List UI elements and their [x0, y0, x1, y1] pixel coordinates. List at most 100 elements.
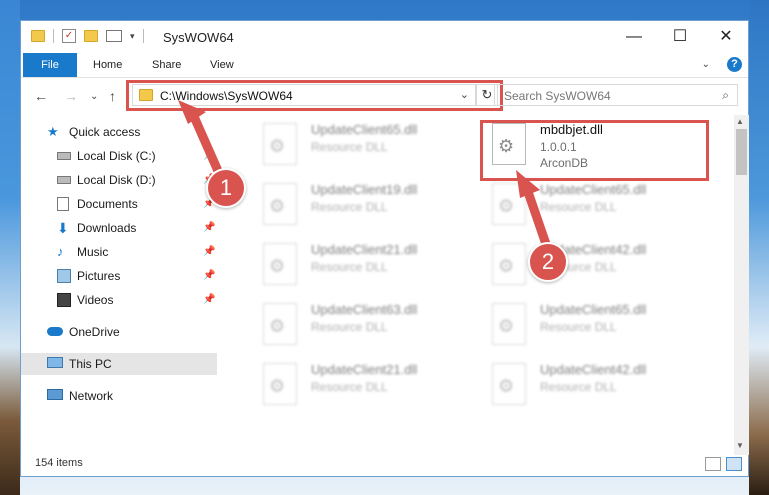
sidebar-item-downloads[interactable]: ⬇ Downloads 📌: [21, 217, 217, 239]
dll-file-icon: ⚙: [492, 183, 526, 225]
file-name: UpdateClient19.dll: [311, 182, 418, 197]
downloads-icon: ⬇: [57, 220, 69, 236]
file-name: UpdateClient65.dll: [540, 182, 647, 197]
file-item[interactable]: ⚙ UpdateClient42.dll Resource DLL: [484, 359, 719, 413]
computer-icon: [47, 357, 63, 368]
help-icon[interactable]: ?: [727, 57, 742, 72]
folder-icon: [31, 30, 45, 42]
up-arrow-icon[interactable]: ↑: [109, 88, 116, 104]
dll-file-icon: ⚙: [263, 183, 297, 225]
separator: [142, 29, 144, 43]
item-count: 154 items: [35, 457, 83, 469]
sidebar-item-label: Pictures: [77, 269, 121, 283]
forward-arrow-icon[interactable]: →: [64, 88, 78, 104]
dll-file-icon: ⚙: [492, 243, 526, 285]
properties-icon[interactable]: ✓: [62, 29, 76, 43]
network-icon: [47, 389, 63, 400]
file-name: UpdateClient65.dll: [311, 122, 418, 137]
pin-icon[interactable]: 📌: [203, 145, 215, 167]
file-type: Resource DLL: [311, 380, 388, 394]
back-arrow-icon[interactable]: ←: [34, 88, 48, 104]
pin-icon[interactable]: 📌: [203, 265, 215, 287]
navigation-bar: ← → ⌄ ↑ C:\Windows\SysWOW64 ⌄ ↻ Search S…: [21, 78, 748, 114]
file-item[interactable]: ⚙ UpdateClient21.dll Resource DLL: [255, 359, 490, 413]
close-button[interactable]: ✕: [704, 25, 748, 49]
expand-ribbon-icon[interactable]: ⌄: [702, 59, 710, 70]
sidebar-item-this-pc[interactable]: This PC: [21, 353, 217, 375]
sidebar-item-label: Local Disk (D:): [77, 173, 156, 187]
pictures-icon: [57, 269, 71, 283]
sidebar-item-label: Quick access: [69, 125, 141, 139]
file-item[interactable]: ⚙ UpdateClient65.dll Resource DLL: [484, 179, 719, 233]
minimize-button[interactable]: —: [612, 25, 656, 49]
details-view-icon[interactable]: [705, 457, 721, 471]
desktop-background-left: [0, 0, 20, 495]
pin-icon[interactable]: 📌: [203, 241, 215, 263]
pin-icon[interactable]: 📌: [203, 289, 215, 311]
search-icon[interactable]: ⌕: [722, 88, 729, 103]
quick-access-toolbar: ✓ ▾: [31, 29, 144, 43]
search-input[interactable]: Search SysWOW64: [504, 89, 611, 103]
sidebar-item-label: Documents: [77, 197, 138, 211]
search-box[interactable]: Search SysWOW64 ⌕: [494, 84, 738, 106]
customize-toolbar-icon[interactable]: ▾: [130, 31, 135, 42]
file-type: Resource DLL: [311, 200, 388, 214]
new-folder-icon[interactable]: [84, 30, 98, 42]
dll-file-icon: ⚙: [263, 243, 297, 285]
sidebar-item-label: OneDrive: [69, 325, 120, 339]
tab-view[interactable]: View: [210, 53, 234, 77]
file-highlight-box: [480, 120, 709, 181]
file-item[interactable]: ⚙ UpdateClient42.dll Resource DLL: [484, 239, 719, 293]
dll-file-icon: ⚙: [263, 123, 297, 165]
scroll-down-icon[interactable]: ▼: [736, 441, 744, 450]
documents-icon: [57, 197, 69, 211]
file-item[interactable]: ⚙ UpdateClient63.dll Resource DLL: [255, 299, 490, 353]
dll-file-icon: ⚙: [492, 303, 526, 345]
maximize-button[interactable]: ☐: [658, 25, 702, 49]
desktop-background-right: [749, 0, 769, 495]
scroll-thumb[interactable]: [736, 129, 747, 175]
drive-icon: [57, 152, 71, 160]
scroll-up-icon[interactable]: ▲: [736, 117, 744, 126]
file-type: Resource DLL: [311, 140, 388, 154]
drive-icon: [57, 176, 71, 184]
step-marker-2: 2: [528, 242, 568, 282]
star-icon: ★: [47, 124, 59, 139]
navigation-pane: ★ Quick access Local Disk (C:) 📌 Local D…: [21, 115, 217, 445]
file-type: Resource DLL: [540, 320, 617, 334]
file-item[interactable]: ⚙ UpdateClient65.dll Resource DLL: [484, 299, 719, 353]
step-marker-1: 1: [206, 168, 246, 208]
music-icon: ♪: [57, 244, 64, 259]
sidebar-item-quick-access[interactable]: ★ Quick access: [21, 121, 217, 143]
file-item[interactable]: ⚙ UpdateClient65.dll Resource DLL: [255, 119, 490, 173]
tab-file[interactable]: File: [23, 53, 77, 77]
sidebar-item-pictures[interactable]: Pictures 📌: [21, 265, 217, 287]
recent-locations-icon[interactable]: ⌄: [90, 91, 98, 102]
sidebar-item-label: Music: [77, 245, 109, 259]
tab-share[interactable]: Share: [152, 53, 181, 77]
sidebar-item-videos[interactable]: Videos 📌: [21, 289, 217, 311]
sidebar-item-onedrive[interactable]: OneDrive: [21, 321, 217, 343]
file-name: UpdateClient63.dll: [311, 302, 418, 317]
cloud-icon: [47, 327, 63, 336]
file-name: UpdateClient42.dll: [540, 362, 647, 377]
pin-icon[interactable]: 📌: [203, 217, 215, 239]
dll-file-icon: ⚙: [492, 363, 526, 405]
file-item[interactable]: ⚙ UpdateClient21.dll Resource DLL: [255, 239, 490, 293]
sidebar-item-local-disk-d[interactable]: Local Disk (D:) 📌: [21, 169, 217, 191]
view-options-icon[interactable]: [106, 30, 122, 42]
sidebar-item-label: Videos: [77, 293, 114, 307]
title-bar: ✓ ▾ SysWOW64 — ☐ ✕: [21, 21, 748, 53]
sidebar-item-documents[interactable]: Documents 📌: [21, 193, 217, 215]
vertical-scrollbar[interactable]: ▲ ▼: [734, 115, 749, 455]
tab-home[interactable]: Home: [93, 53, 122, 77]
ribbon: File Home Share View ⌄ ?: [21, 53, 748, 78]
file-type: Resource DLL: [311, 320, 388, 334]
sidebar-item-music[interactable]: ♪ Music 📌: [21, 241, 217, 263]
sidebar-item-local-disk-c[interactable]: Local Disk (C:) 📌: [21, 145, 217, 167]
sidebar-item-network[interactable]: Network: [21, 385, 217, 407]
file-item[interactable]: ⚙ UpdateClient19.dll Resource DLL: [255, 179, 490, 233]
status-bar: 154 items: [21, 455, 748, 476]
dll-file-icon: ⚙: [263, 363, 297, 405]
large-icons-view-icon[interactable]: [726, 457, 742, 471]
